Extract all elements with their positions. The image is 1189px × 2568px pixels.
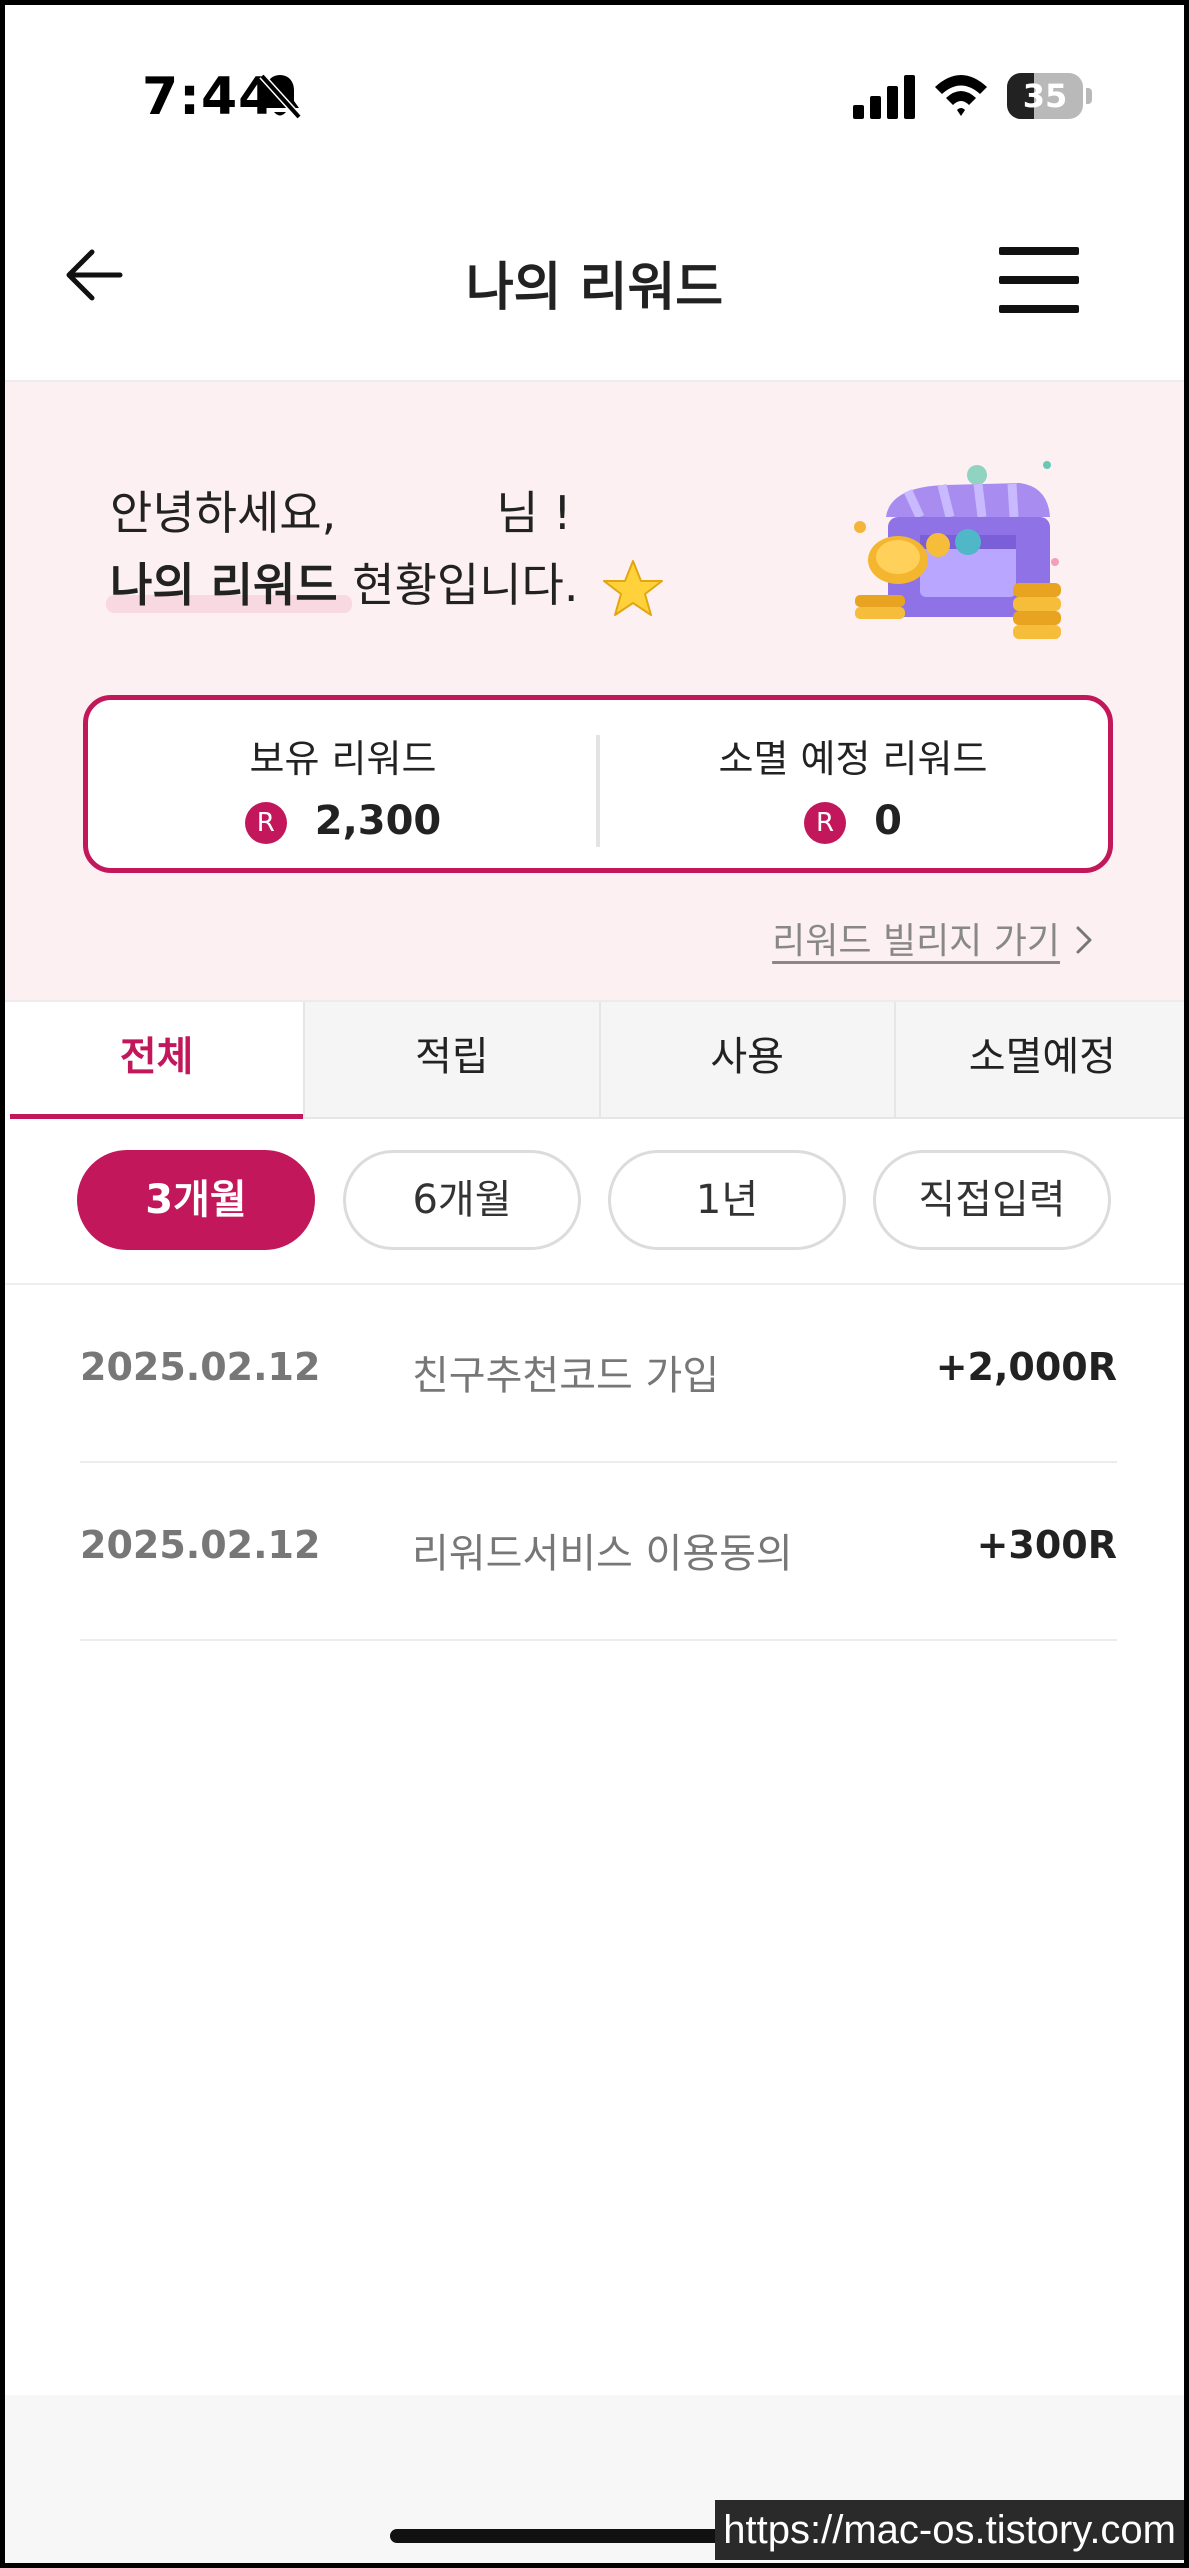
nav-header: 나의 리워드 — [5, 175, 1184, 382]
history-amount: +300R — [976, 1523, 1117, 1567]
history-row: 2025.02.12 리워드서비스 이용동의 +300R — [80, 1463, 1117, 1641]
tab-expiring[interactable]: 소멸예정 — [896, 1002, 1184, 1117]
expiring-reward-value: 0 — [874, 798, 902, 844]
history-description: 친구추천코드 가입 — [412, 1353, 720, 1399]
period-custom-button[interactable]: 직접입력 — [873, 1150, 1111, 1250]
period-6-months-button[interactable]: 6개월 — [343, 1150, 581, 1250]
tab-earned[interactable]: 적립 — [305, 1002, 601, 1117]
status-bar: 7:44 35 — [5, 5, 1184, 175]
wifi-icon — [935, 75, 987, 116]
battery-level: 35 — [1022, 77, 1068, 115]
watermark-url: https://mac-os.tistory.com — [715, 2500, 1184, 2560]
greeting-suffix: 님 ! — [496, 486, 572, 540]
reward-status-suffix: 현황입니다. — [337, 558, 579, 612]
period-3-months-button[interactable]: 3개월 — [77, 1150, 315, 1250]
reward-coin-icon: R — [244, 802, 287, 844]
reward-history-list: 2025.02.12 친구추천코드 가입 +2,000R 2025.02.12 … — [80, 1285, 1117, 1641]
hamburger-menu-icon[interactable] — [995, 245, 1080, 315]
greeting-prefix: 안녕하세요, — [110, 486, 337, 540]
period-1-year-button[interactable]: 1년 — [608, 1150, 846, 1250]
history-row: 2025.02.12 친구추천코드 가입 +2,000R — [80, 1285, 1117, 1463]
history-date: 2025.02.12 — [80, 1523, 321, 1567]
reward-status-line: 나의 리워드 현황입니다. — [106, 549, 665, 621]
treasure-chest-icon — [854, 461, 1061, 639]
history-tabs: 전체 적립 사용 소멸예정 — [10, 1002, 1184, 1119]
expiring-reward-label: 소멸 예정 리워드 — [718, 737, 988, 781]
app-screen: 7:44 35 나의 리워드 안녕하세요, 님 ! 나의 리워드 현황입니다. … — [0, 0, 1189, 2568]
battery-icon: 35 — [1007, 73, 1092, 119]
reward-hero: 안녕하세요, 님 ! 나의 리워드 현황입니다. 보유 리워드 R 2,300 … — [5, 382, 1184, 1002]
bell-off-icon — [259, 73, 302, 120]
expiring-reward: 소멸 예정 리워드 R0 — [598, 700, 1108, 868]
status-time: 7:44 — [142, 67, 276, 127]
held-reward: 보유 리워드 R 2,300 — [88, 700, 598, 868]
reward-summary-card: 보유 리워드 R 2,300 소멸 예정 리워드 R0 — [83, 695, 1113, 873]
reward-village-link[interactable]: 리워드 빌리지 가기 — [772, 912, 1060, 964]
history-date: 2025.02.12 — [80, 1345, 321, 1389]
tab-all[interactable]: 전체 — [10, 1002, 306, 1119]
signal-icon — [853, 75, 915, 119]
star-icon — [603, 559, 664, 616]
reward-coin-icon: R — [804, 802, 847, 844]
greeting-text: 안녕하세요, 님 ! — [110, 477, 572, 549]
history-amount: +2,000R — [935, 1345, 1117, 1389]
held-reward-label: 보유 리워드 — [249, 737, 437, 781]
chevron-right-icon[interactable] — [1072, 922, 1096, 958]
held-reward-value: 2,300 — [314, 798, 442, 844]
period-filter: 3개월 6개월 1년 직접입력 — [5, 1118, 1184, 1285]
history-description: 리워드서비스 이용동의 — [412, 1531, 793, 1577]
reward-label-highlight: 나의 리워드 — [106, 549, 352, 621]
tab-used[interactable]: 사용 — [601, 1002, 896, 1117]
